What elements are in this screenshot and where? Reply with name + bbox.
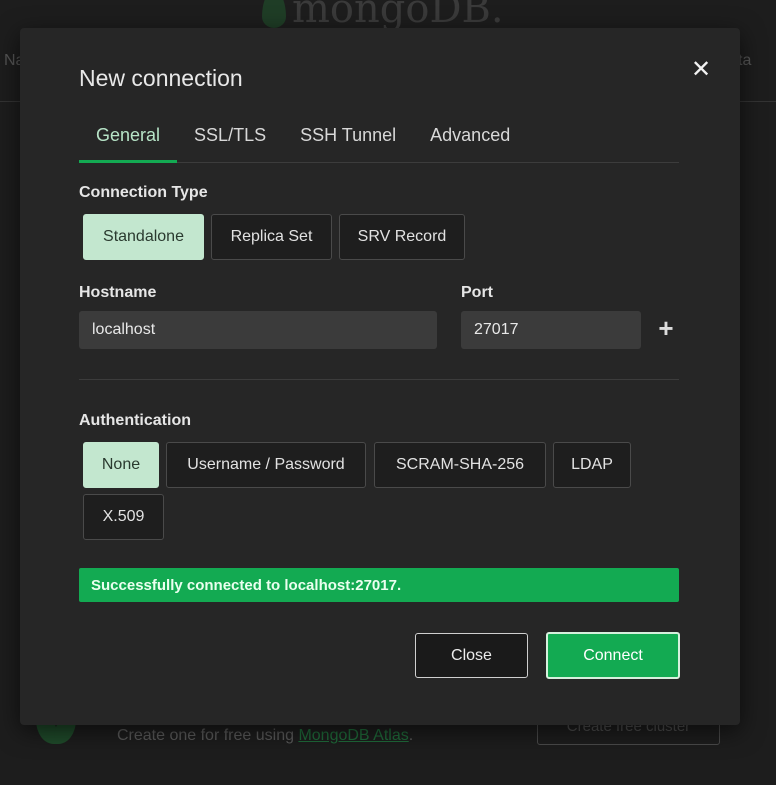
authentication-label: Authentication <box>79 412 191 429</box>
port-input[interactable] <box>461 311 641 349</box>
connection-type-label: Connection Type <box>79 184 208 201</box>
auth-scram-sha-256-option[interactable]: SCRAM-SHA-256 <box>374 442 546 488</box>
hostname-input[interactable] <box>79 311 437 349</box>
tab-advanced[interactable]: Advanced <box>413 118 527 162</box>
add-host-icon[interactable]: + <box>656 315 676 341</box>
create-text: Create one for free using <box>117 727 299 744</box>
srv-record-option[interactable]: SRV Record <box>339 214 465 260</box>
close-icon[interactable]: ✕ <box>689 58 713 82</box>
atlas-link: MongoDB Atlas <box>298 727 409 744</box>
new-connection-dialog: New connection ✕ General SSL/TLS SSH Tun… <box>20 28 740 725</box>
close-button[interactable]: Close <box>415 633 528 678</box>
replica-set-option[interactable]: Replica Set <box>211 214 332 260</box>
port-label: Port <box>461 284 493 301</box>
leaf-icon <box>262 0 286 28</box>
bg-create-text: Create one for free using MongoDB Atlas. <box>117 727 413 745</box>
connect-button[interactable]: Connect <box>546 632 680 679</box>
tab-ssh-tunnel[interactable]: SSH Tunnel <box>283 118 413 162</box>
dialog-title: New connection <box>79 65 243 91</box>
auth-x509-option[interactable]: X.509 <box>83 494 164 540</box>
success-message: Successfully connected to localhost:2701… <box>79 568 679 602</box>
tab-general[interactable]: General <box>79 118 178 163</box>
bg-nav-right: ta <box>738 52 752 69</box>
standalone-option[interactable]: Standalone <box>83 214 204 260</box>
tab-bar: General SSL/TLS SSH Tunnel Advanced <box>79 118 679 163</box>
tab-ssl-tls[interactable]: SSL/TLS <box>177 118 283 162</box>
create-suffix: . <box>408 727 414 744</box>
auth-ldap-option[interactable]: LDAP <box>553 442 631 488</box>
section-divider <box>79 379 679 380</box>
auth-none-option[interactable]: None <box>83 442 159 488</box>
hostname-label: Hostname <box>79 284 157 301</box>
auth-username-password-option[interactable]: Username / Password <box>166 442 366 488</box>
